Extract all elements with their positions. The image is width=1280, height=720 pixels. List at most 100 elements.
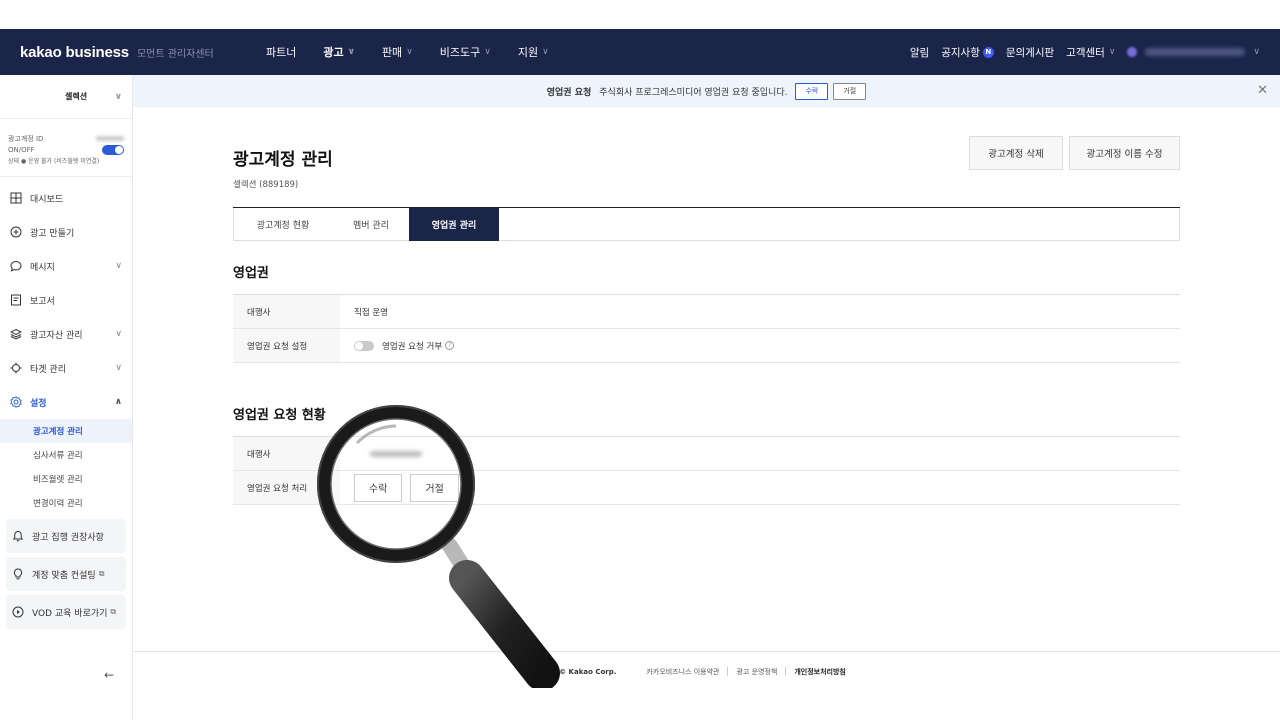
notification-banner: 영업권 요청 주식회사 프로그레스미디어 영업권 요청 중입니다. 수락 거절 … bbox=[133, 75, 1280, 107]
nav-sales[interactable]: 판매 ∨ bbox=[382, 44, 413, 60]
nav-label: 비즈도구 bbox=[439, 46, 481, 59]
sidebar-item-label: 설정 bbox=[30, 398, 47, 409]
footer: © Kakao Corp. 카카오비즈니스 이용약관 광고 운영정책 개인정보처… bbox=[133, 651, 1280, 691]
sidebar-item-label: 메시지 bbox=[30, 262, 55, 273]
message-icon bbox=[10, 260, 22, 272]
sidebar-item-ad-assets[interactable]: 광고자산 관리 ∨ bbox=[0, 317, 132, 351]
sidebar-item-settings[interactable]: 설정 ∧ bbox=[0, 385, 132, 419]
top-navbar: kakao business 모먼트 관리자센터 파트너 광고 ∨ 판매 ∨ 비즈도… bbox=[0, 29, 1280, 75]
sidebar-card-vod[interactable]: VOD 교육 바로가기 ⧉ bbox=[6, 595, 126, 629]
nav-alarm[interactable]: 알림 bbox=[910, 45, 929, 60]
nav-label: 지원 bbox=[517, 46, 539, 59]
gear-icon bbox=[10, 396, 22, 408]
collapse-sidebar-button[interactable]: ← bbox=[104, 668, 114, 682]
nav-partner[interactable]: 파트너 bbox=[266, 44, 296, 60]
row-value: 영업권 요청 거부 ? bbox=[340, 329, 455, 362]
dashboard-icon bbox=[10, 192, 22, 204]
sidebar-item-target[interactable]: 타겟 관리 ∨ bbox=[0, 351, 132, 385]
tab-bar-edge bbox=[1179, 208, 1180, 241]
banner-title: 영업권 요청 bbox=[546, 87, 592, 98]
nav-label: 공지사항 bbox=[941, 46, 980, 59]
footer-policy-link[interactable]: 광고 운영정책 bbox=[736, 667, 777, 677]
nav-label: 광고 bbox=[323, 46, 344, 59]
delete-account-button[interactable]: 광고계정 삭제 bbox=[969, 136, 1063, 170]
table-row: 영업권 요청 설정 영업권 요청 거부 ? bbox=[233, 329, 1180, 363]
request-reject-toggle[interactable] bbox=[354, 340, 374, 351]
tab-bar-edge bbox=[233, 208, 234, 241]
toggle-label: 영업권 요청 거부 bbox=[382, 341, 443, 352]
footer-copyright: © Kakao Corp. bbox=[559, 667, 617, 676]
sidebar-subitem-change-history[interactable]: 변경이력 관리 bbox=[0, 491, 132, 515]
account-selector-label: 셀렉션 bbox=[65, 92, 88, 101]
avatar bbox=[1127, 47, 1138, 57]
chevron-down-icon: ∨ bbox=[347, 47, 355, 57]
nav-board[interactable]: 문의게시판 bbox=[1006, 45, 1054, 60]
magnifying-glass-icon bbox=[317, 405, 560, 688]
sidebar-card-recommendations[interactable]: 광고 집행 권장사항 bbox=[6, 519, 126, 553]
new-badge: N bbox=[982, 46, 994, 58]
nav-customer-center[interactable]: 고객센터 ∨ bbox=[1066, 45, 1115, 60]
sidebar-item-dashboard[interactable]: 대시보드 bbox=[0, 181, 132, 215]
row-label: 대행사 bbox=[233, 295, 340, 328]
sidebar-card-label: VOD 교육 바로가기 bbox=[32, 608, 108, 619]
sidebar-item-label: 보고서 bbox=[30, 296, 55, 307]
tab-sales-rights[interactable]: 영업권 관리 bbox=[409, 208, 499, 241]
sidebar-subitem-account-manage[interactable]: 광고계정 관리 bbox=[0, 419, 132, 443]
sidebar-item-label: 광고 만들기 bbox=[30, 228, 75, 239]
brand[interactable]: kakao business 모먼트 관리자센터 bbox=[20, 44, 214, 61]
section-title-sales-rights: 영업권 bbox=[233, 266, 269, 281]
banner-message: 주식회사 프로그레스미디어 영업권 요청 중입니다. bbox=[599, 87, 788, 98]
help-icon[interactable]: ? bbox=[445, 341, 455, 350]
row-value: 직접 운영 bbox=[354, 307, 388, 318]
settings-submenu: 광고계정 관리 심사서류 관리 비즈월렛 관리 변경이력 관리 bbox=[0, 419, 132, 515]
nav-label: 고객센터 bbox=[1066, 46, 1105, 59]
account-info: 광고계정 ID ON/OFF 상태 ● 운영 불가 (비즈월렛 미연결) bbox=[0, 119, 132, 177]
account-status: 상태 ● 운영 불가 (비즈월렛 미연결) bbox=[8, 158, 100, 165]
banner-reject-button[interactable]: 거절 bbox=[833, 82, 867, 100]
nav-ads[interactable]: 광고 ∨ bbox=[323, 44, 355, 60]
user-menu[interactable]: ∨ bbox=[1127, 47, 1260, 57]
sidebar-card-consulting[interactable]: 계정 맞춤 컨설팅 ⧉ bbox=[6, 557, 126, 591]
nav-right: 알림 공지사항 N 문의게시판 고객센터 ∨ ∨ bbox=[898, 29, 1260, 75]
nav-support[interactable]: 지원 ∨ bbox=[518, 44, 549, 60]
main-menu: 파트너 광고 ∨ 판매 ∨ 비즈도구 ∨ 지원 ∨ bbox=[266, 29, 576, 75]
chevron-down-icon: ∨ bbox=[115, 363, 122, 373]
footer-terms-link[interactable]: 카카오비즈니스 이용약관 bbox=[646, 667, 719, 677]
row-label: 영업권 요청 설정 bbox=[233, 329, 340, 362]
account-onoff-toggle[interactable] bbox=[102, 144, 124, 155]
sidebar-item-message[interactable]: 메시지 ∨ bbox=[0, 249, 132, 283]
nav-biztools[interactable]: 비즈도구 ∨ bbox=[440, 44, 491, 60]
chevron-down-icon: ∨ bbox=[115, 329, 122, 339]
footer-separator bbox=[727, 667, 729, 676]
sidebar-item-create-ad[interactable]: 광고 만들기 bbox=[0, 215, 132, 249]
nav-notice[interactable]: 공지사항 N bbox=[941, 45, 994, 60]
user-name-blurred bbox=[1145, 48, 1246, 56]
tab-bar: 광고계정 현황 멤버 관리 영업권 관리 bbox=[233, 207, 1180, 241]
sales-rights-table: 대행사 직접 운영 영업권 요청 설정 영업권 요청 거부 ? bbox=[233, 294, 1180, 363]
bell-icon bbox=[12, 530, 24, 542]
external-link-icon: ⧉ bbox=[110, 607, 117, 616]
sidebar-item-label: 광고자산 관리 bbox=[30, 330, 83, 341]
sidebar-card-label: 광고 집행 권장사항 bbox=[32, 532, 104, 543]
sidebar-subitem-bizwallet[interactable]: 비즈월렛 관리 bbox=[0, 467, 132, 491]
sidebar-item-label: 타겟 관리 bbox=[30, 364, 66, 375]
chevron-down-icon: ∨ bbox=[542, 47, 549, 57]
close-icon[interactable]: ✕ bbox=[1257, 83, 1268, 98]
rename-account-button[interactable]: 광고계정 이름 수정 bbox=[1069, 136, 1180, 170]
page-title: 광고계정 관리 bbox=[233, 150, 333, 170]
tab-account-status[interactable]: 광고계정 현황 bbox=[233, 208, 333, 241]
tab-member-manage[interactable]: 멤버 관리 bbox=[333, 208, 409, 241]
sidebar-card-label: 계정 맞춤 컨설팅 bbox=[32, 570, 96, 581]
brand-subtitle: 모먼트 관리자센터 bbox=[136, 48, 214, 60]
account-selector[interactable]: 셀렉션 ∨ bbox=[0, 75, 132, 119]
bulb-icon bbox=[12, 568, 24, 580]
sidebar-item-report[interactable]: 보고서 bbox=[0, 283, 132, 317]
chevron-down-icon: ∨ bbox=[484, 47, 491, 57]
sidebar-menu: 대시보드 광고 만들기 메시지 ∨ 보고서 광고자산 관리 ∨ 타겟 관리 ∨ … bbox=[0, 177, 132, 629]
brand-logo[interactable]: kakao business bbox=[20, 44, 129, 61]
banner-accept-button[interactable]: 수락 bbox=[795, 82, 829, 100]
chevron-down-icon: ∨ bbox=[406, 47, 413, 57]
layers-icon bbox=[10, 328, 22, 340]
footer-privacy-link[interactable]: 개인정보처리방침 bbox=[794, 667, 846, 677]
sidebar-subitem-review-docs[interactable]: 심사서류 관리 bbox=[0, 443, 132, 467]
